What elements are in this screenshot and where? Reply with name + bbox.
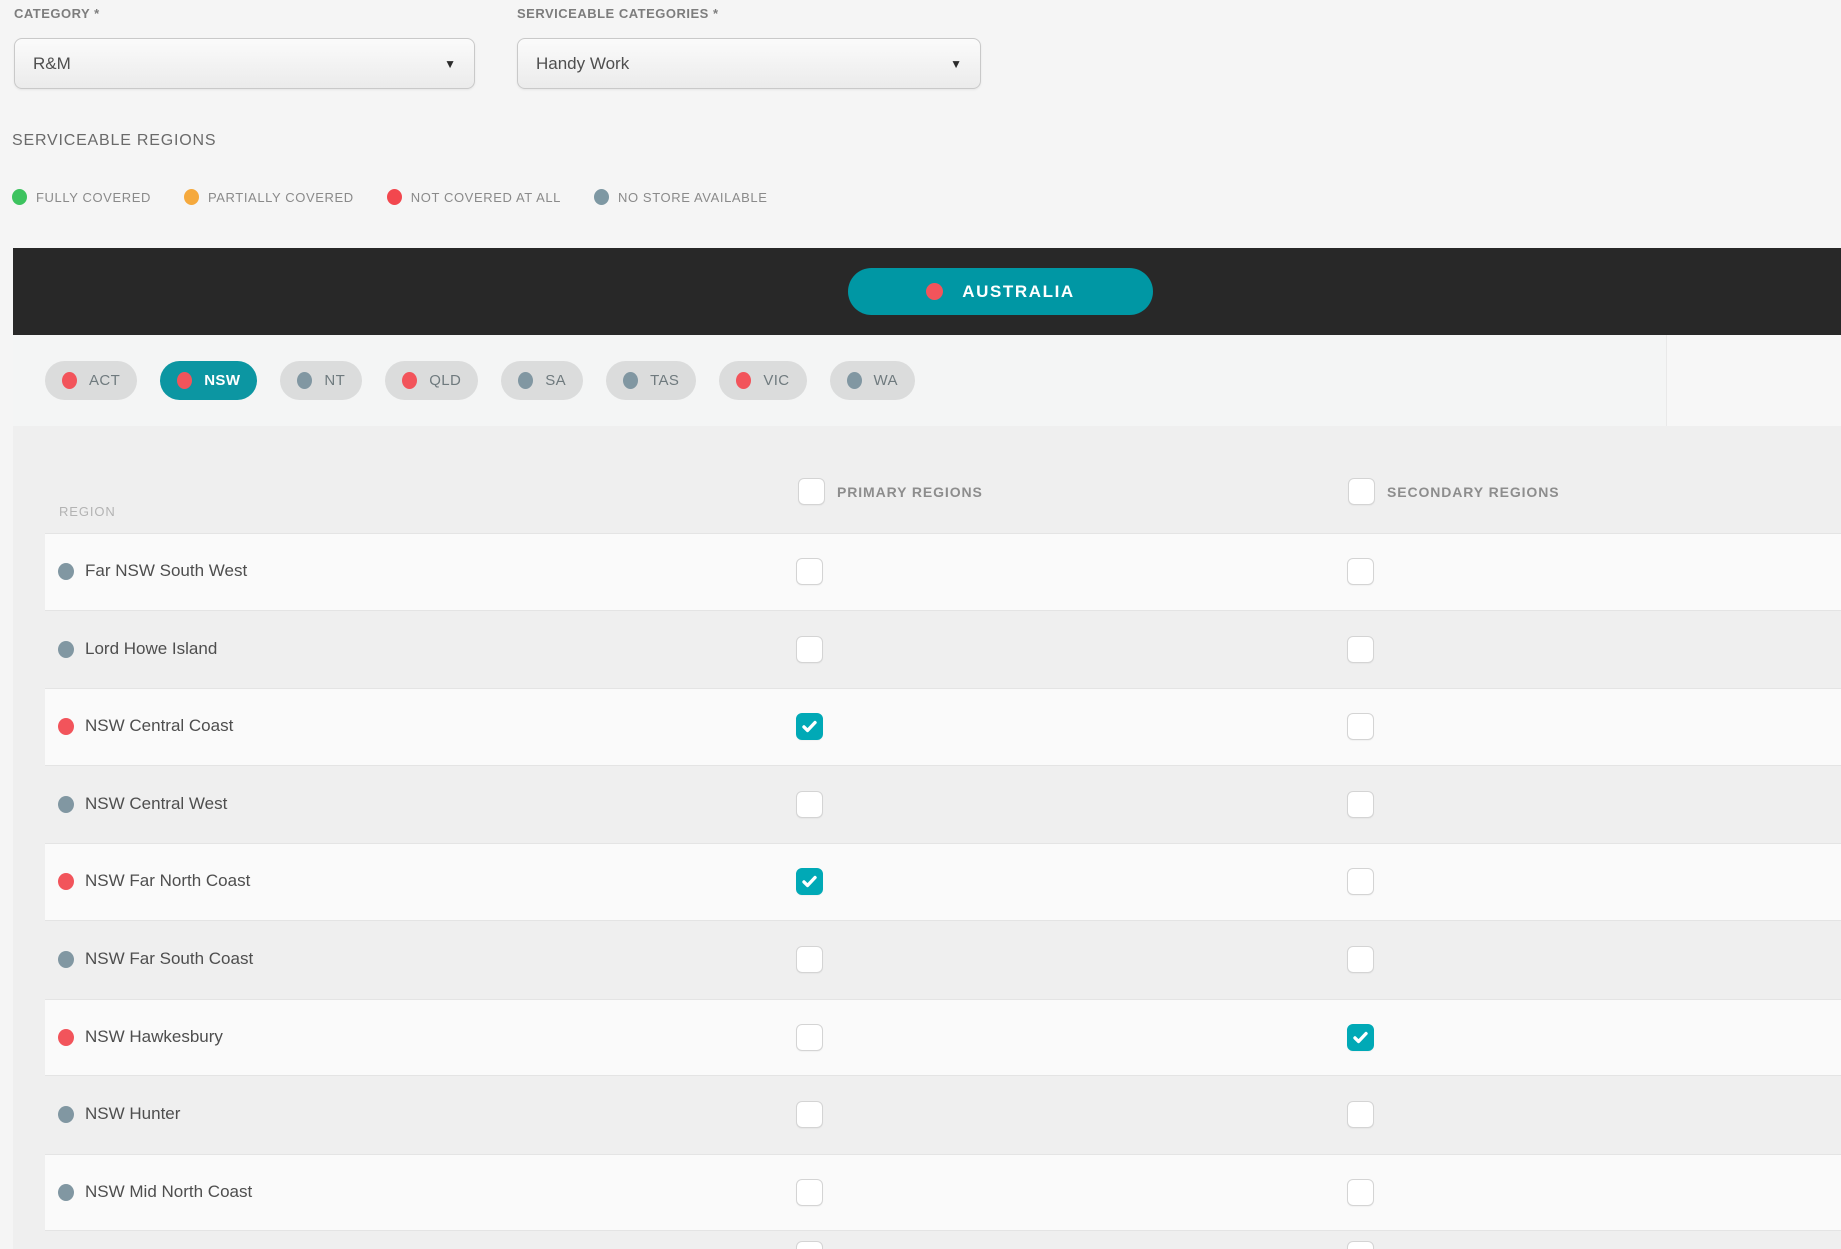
legend-item: FULLY COVERED <box>12 189 151 205</box>
serviceable-regions-title: SERVICEABLE REGIONS <box>12 132 217 149</box>
primary-checkbox[interactable] <box>796 868 823 896</box>
status-dot-icon <box>297 372 313 389</box>
secondary-checkbox[interactable] <box>1347 1023 1374 1051</box>
tab-act[interactable]: ACT <box>45 361 138 400</box>
secondary-regions-select-all-checkbox[interactable] <box>1348 478 1375 505</box>
chevron-down-icon: ▼ <box>950 56 962 71</box>
serviceable-categories-value: Handy Work <box>536 53 630 73</box>
table-row: NSW Central Coast <box>13 688 1841 766</box>
primary-checkbox[interactable] <box>796 1241 823 1249</box>
region-name: Far NSW South West <box>85 561 248 580</box>
table-row: NSW Far South Coast <box>13 921 1841 999</box>
table-row: NSW Central West <box>13 766 1841 844</box>
region-name: NSW Hunter <box>85 1104 181 1124</box>
secondary-regions-header: SECONDARY REGIONS <box>1387 484 1560 500</box>
row-background <box>45 688 1841 766</box>
tab-nsw[interactable]: NSW <box>160 361 258 400</box>
secondary-checkbox[interactable] <box>1347 1178 1374 1206</box>
status-dot-icon <box>62 372 77 389</box>
region-name: NSW Far South Coast <box>85 948 254 968</box>
primary-checkbox[interactable] <box>796 1023 823 1051</box>
status-dot-icon <box>623 372 639 389</box>
tab-australia[interactable]: AUSTRALIA <box>848 268 1153 315</box>
region-name: NSW Central West <box>85 793 228 813</box>
status-dot-icon <box>12 189 27 205</box>
regions-table: REGION PRIMARY REGIONS SECONDARY REGIONS… <box>13 426 1841 1249</box>
status-dot-icon <box>402 372 418 389</box>
row-background <box>45 533 1841 611</box>
status-dot-icon <box>58 1106 74 1124</box>
tab-vic[interactable]: VIC <box>719 361 807 400</box>
region-name: NSW Hawkesbury <box>85 1026 223 1046</box>
region-name: NSW Far North Coast <box>85 871 251 891</box>
secondary-checkbox[interactable] <box>1347 1101 1374 1129</box>
status-dot-icon <box>177 372 193 389</box>
primary-checkbox[interactable] <box>796 945 823 973</box>
secondary-checkbox[interactable] <box>1347 635 1374 663</box>
row-background <box>45 998 1841 1077</box>
secondary-checkbox[interactable] <box>1347 558 1374 585</box>
row-background <box>45 1153 1841 1232</box>
primary-checkbox[interactable] <box>796 1178 823 1206</box>
legend-item: NOT COVERED AT ALL <box>386 189 561 205</box>
serviceable-categories-dropdown[interactable]: Handy Work ▼ <box>517 38 981 89</box>
category-dropdown[interactable]: R&M ▼ <box>14 38 475 89</box>
status-dot-icon <box>594 189 610 205</box>
status-dot-icon <box>58 795 74 813</box>
primary-checkbox[interactable] <box>796 713 823 741</box>
table-row: NSW Far North Coast <box>13 843 1841 921</box>
chevron-down-icon: ▼ <box>444 56 456 71</box>
serviceable-categories-label: SERVICEABLE CATEGORIES * <box>517 6 719 21</box>
status-dot-icon <box>518 372 534 389</box>
coverage-legend: FULLY COVERED PARTIALLY COVERED NOT COVE… <box>12 189 768 205</box>
category-value: R&M <box>33 53 71 73</box>
row-background <box>45 843 1841 921</box>
tab-tas[interactable]: TAS <box>606 361 697 400</box>
status-dot-icon <box>736 372 752 389</box>
table-row: Far NSW South West <box>13 533 1841 611</box>
secondary-checkbox[interactable] <box>1347 868 1374 896</box>
primary-checkbox[interactable] <box>796 635 823 663</box>
region-column-header: REGION <box>59 504 116 519</box>
status-dot-icon <box>846 372 862 389</box>
region-name: NSW Mid North Coast <box>85 1181 253 1201</box>
region-name: NSW Central Coast <box>85 716 234 736</box>
state-tabs: ACT NSW NT QLD SA TAS VIC WA <box>45 361 915 400</box>
table-row <box>13 1231 1841 1249</box>
primary-checkbox[interactable] <box>796 558 823 585</box>
status-dot-icon <box>58 640 74 658</box>
country-label: AUSTRALIA <box>962 281 1075 301</box>
region-rows: Far NSW South West Lord Howe Island NSW … <box>13 533 1841 1249</box>
country-bar: AUSTRALIA <box>13 248 1841 335</box>
tab-sa[interactable]: SA <box>501 361 584 400</box>
primary-checkbox[interactable] <box>796 790 823 818</box>
category-label: CATEGORY * <box>14 6 100 21</box>
secondary-checkbox[interactable] <box>1347 713 1374 741</box>
tab-nt[interactable]: NT <box>280 361 363 400</box>
region-name: Lord Howe Island <box>85 638 218 658</box>
strip-right-shade <box>1666 335 1841 426</box>
primary-regions-select-all-checkbox[interactable] <box>798 478 825 505</box>
primary-regions-header: PRIMARY REGIONS <box>837 484 983 500</box>
legend-item: PARTIALLY COVERED <box>183 189 354 205</box>
status-dot-icon <box>58 563 74 580</box>
status-dot-icon <box>58 950 74 968</box>
state-tab-strip: ACT NSW NT QLD SA TAS VIC WA <box>13 335 1841 426</box>
secondary-checkbox[interactable] <box>1347 790 1374 818</box>
table-row: NSW Hawkesbury <box>13 998 1841 1077</box>
secondary-checkbox[interactable] <box>1347 1241 1374 1249</box>
status-dot-icon <box>183 189 199 205</box>
status-dot-icon <box>58 1183 74 1201</box>
secondary-checkbox[interactable] <box>1347 945 1374 973</box>
status-dot-icon <box>926 283 944 300</box>
table-row: NSW Mid North Coast <box>13 1153 1841 1232</box>
tab-qld[interactable]: QLD <box>385 361 479 400</box>
legend-item: NO STORE AVAILABLE <box>594 189 768 205</box>
tab-wa[interactable]: WA <box>829 361 915 400</box>
status-dot-icon <box>58 1028 74 1046</box>
status-dot-icon <box>386 189 402 205</box>
table-row: NSW Hunter <box>13 1076 1841 1154</box>
primary-checkbox[interactable] <box>796 1101 823 1129</box>
table-row: Lord Howe Island <box>13 611 1841 689</box>
